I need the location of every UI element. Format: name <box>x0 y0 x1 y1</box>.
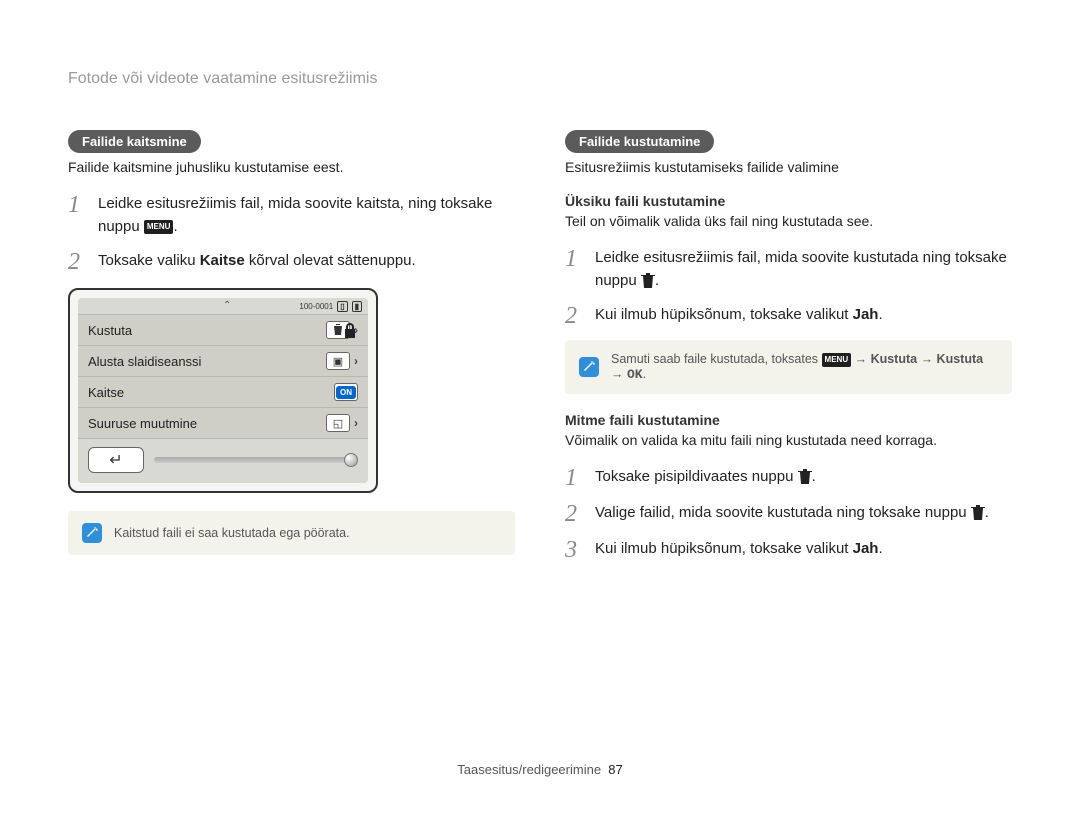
menu-row-resize[interactable]: Suuruse muutmine ◱ › <box>78 407 368 439</box>
page-number: 87 <box>608 762 622 777</box>
pill-protecting: Failide kaitsmine <box>68 130 201 153</box>
zoom-slider[interactable] <box>154 457 358 463</box>
file-counter: 100-0001 <box>299 302 333 311</box>
camera-screen: ⌃ 100-0001 ▯ ▮ Kustuta <box>68 288 378 493</box>
footer-section: Taasesitus/redigeerimine <box>457 762 601 777</box>
right-single-step-2: 2 Kui ilmub hüpiksõnum, toksake valikut … <box>565 304 1012 328</box>
page-header: Fotode või videote vaatamine esitusrežii… <box>68 70 377 88</box>
note-protected: Kaitstud faili ei saa kustutada ega pöör… <box>68 511 515 555</box>
step-number: 1 <box>68 193 86 217</box>
menu-icon: MENU <box>822 353 852 367</box>
heading-single: Üksiku faili kustutamine <box>565 193 1012 209</box>
menu-icon: MENU <box>144 220 174 234</box>
right-multi-step-2: 2 Valige failid, mida soovite kustutada … <box>565 502 1012 526</box>
desc-multi: Võimalik on valida ka mitu faili ning ku… <box>565 432 1012 448</box>
trash-icon <box>798 469 812 485</box>
on-badge: ON <box>336 386 356 399</box>
menu-row-delete[interactable]: Kustuta › <box>78 314 368 345</box>
menu-list: Kustuta › Alusta slaidiseanssi <box>78 314 368 439</box>
info-icon <box>82 523 102 543</box>
pill-deleting: Failide kustutamine <box>565 130 714 153</box>
menu-row-slideshow[interactable]: Alusta slaidiseanssi ▣ › <box>78 345 368 376</box>
step-number: 1 <box>565 466 583 490</box>
ok-label: OK <box>627 367 643 382</box>
footer: Taasesitus/redigeerimine 87 <box>0 762 1080 777</box>
resize-icon: ◱ <box>326 414 350 432</box>
chevron-right-icon: › <box>354 416 358 430</box>
menu-row-protect[interactable]: Kaitse ON <box>78 376 368 407</box>
note-text: Samuti saab faile kustutada, toksates ME… <box>611 352 998 382</box>
note-text: Kaitstud faili ei saa kustutada ega pöör… <box>114 526 350 540</box>
right-subtext: Esitusrežiimis kustutamiseks failide val… <box>565 159 1012 175</box>
slider-thumb[interactable] <box>344 453 358 467</box>
right-multi-step-3: 3 Kui ilmub hüpiksõnum, toksake valikut … <box>565 538 1012 562</box>
trash-icon <box>641 273 655 289</box>
battery-icon: ▮ <box>352 301 362 312</box>
info-icon <box>579 357 599 377</box>
chevron-up-icon: ⌃ <box>223 300 231 311</box>
left-step-2: 2 Toksake valiku Kaitse kõrval olevat sä… <box>68 250 515 274</box>
step-number: 1 <box>565 247 583 271</box>
step-number: 2 <box>68 250 86 274</box>
back-button[interactable]: ↵ <box>88 447 144 473</box>
step-number: 2 <box>565 304 583 328</box>
right-column: Failide kustutamine Esitusrežiimis kustu… <box>565 70 1012 574</box>
right-single-step-1: 1 Leidke esitusrežiimis fail, mida soovi… <box>565 247 1012 292</box>
right-multi-step-1: 1 Toksake pisipildivaates nuppu . <box>565 466 1012 490</box>
sd-icon: ▯ <box>337 301 347 312</box>
lock-icon <box>342 322 358 345</box>
trash-icon <box>971 505 985 521</box>
desc-single: Teil on võimalik valida üks fail ning ku… <box>565 213 1012 229</box>
slideshow-icon: ▣ <box>326 352 350 370</box>
heading-multi: Mitme faili kustutamine <box>565 412 1012 428</box>
note-delete-menu: Samuti saab faile kustutada, toksates ME… <box>565 340 1012 394</box>
chevron-right-icon: › <box>354 354 358 368</box>
left-subtext: Failide kaitsmine juhusliku kustutamise … <box>68 159 515 175</box>
step-number: 3 <box>565 538 583 562</box>
left-column: Failide kaitsmine Failide kaitsmine juhu… <box>68 70 515 574</box>
left-step-1: 1 Leidke esitusrežiimis fail, mida soovi… <box>68 193 515 238</box>
step-number: 2 <box>565 502 583 526</box>
